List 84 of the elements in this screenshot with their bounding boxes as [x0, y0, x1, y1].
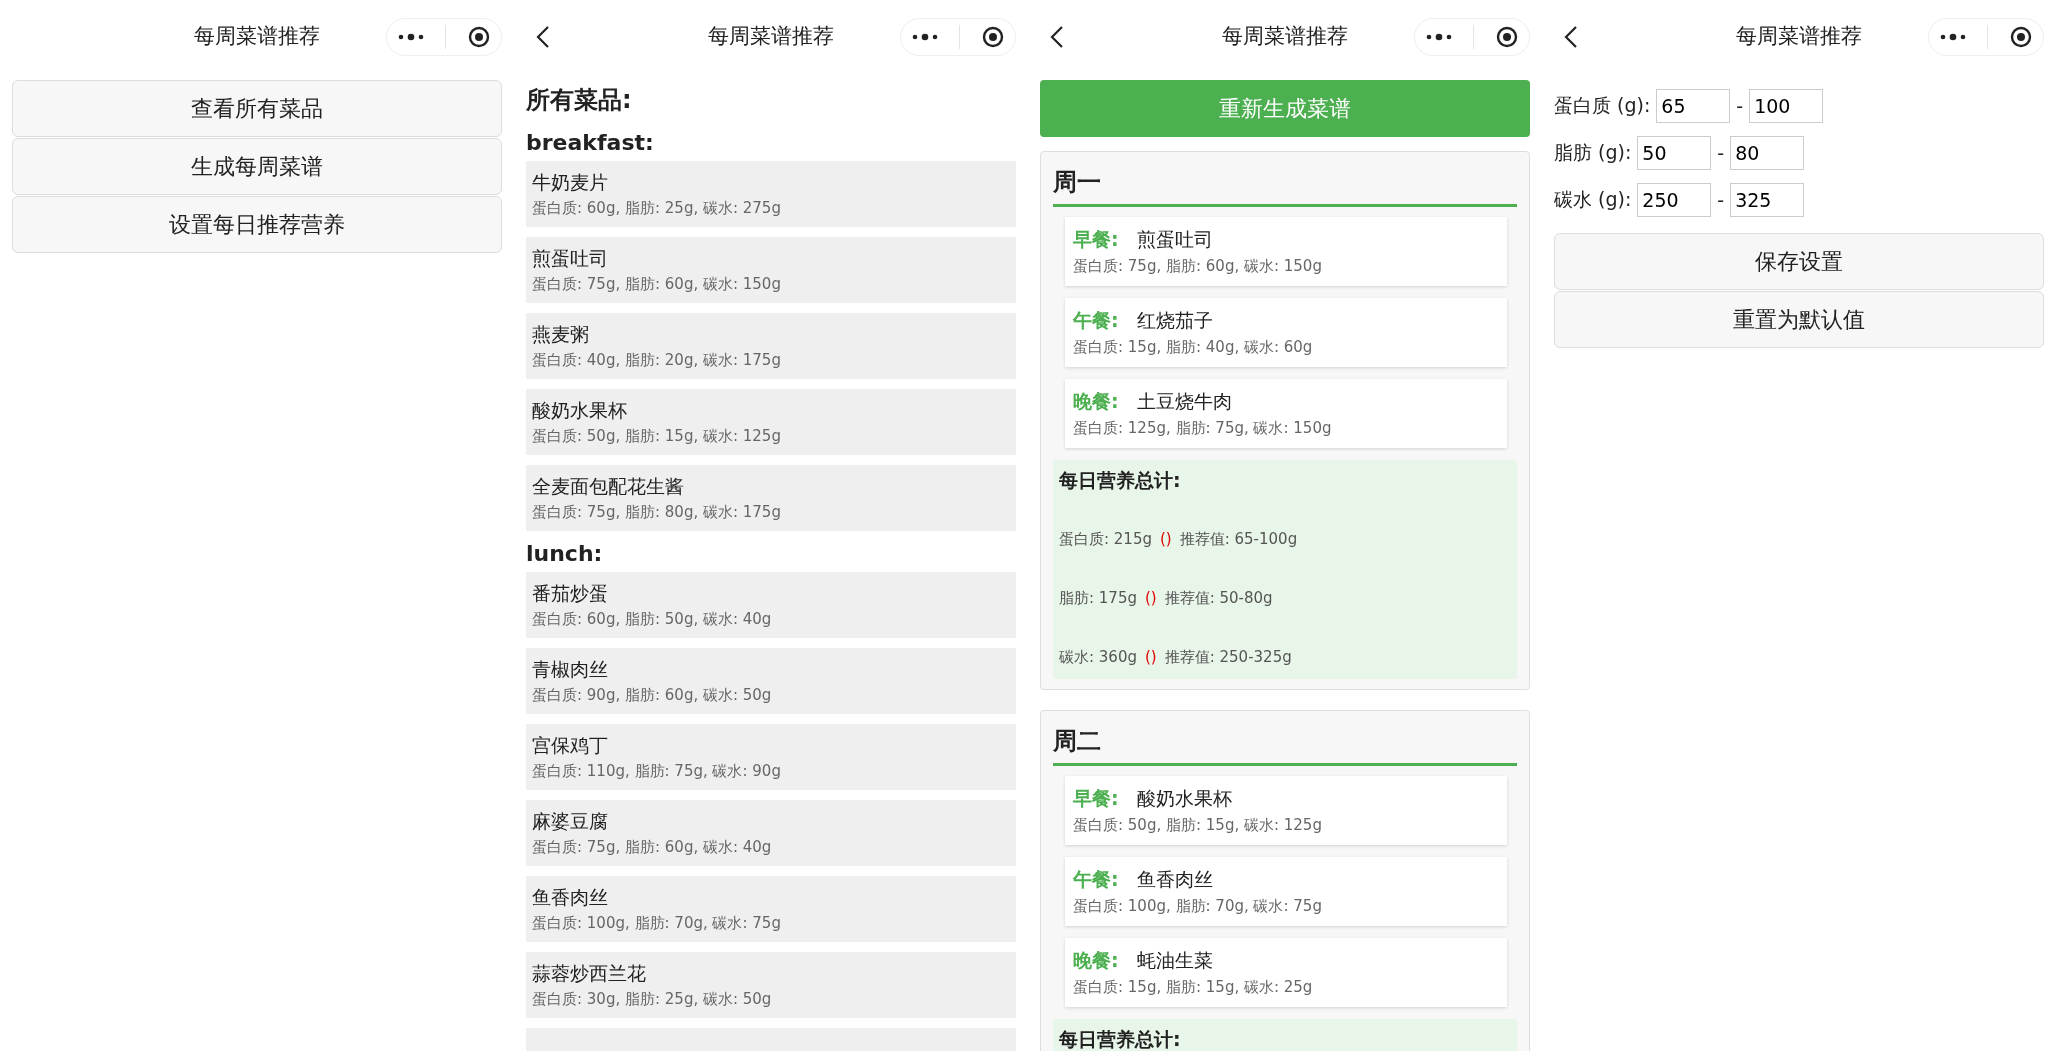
dish-name: 麻婆豆腐 — [532, 809, 609, 834]
meal-label: 早餐: — [1073, 227, 1119, 252]
summary-title: 每日营养总计: — [1059, 1027, 1182, 1051]
dish-name: 牛奶麦片 — [532, 170, 609, 195]
dish-macros: 蛋白质: 110g, 脂肪: 75g, 碳水: 90g — [532, 762, 782, 781]
min-input-field[interactable]: 50 — [1637, 135, 1712, 170]
field-label: 碳水 (g): — [1554, 186, 1632, 212]
min-input-field[interactable]: 65 — [1656, 88, 1731, 123]
meal-label: 午餐: — [1073, 308, 1119, 333]
dish-macros: 蛋白质: 75g, 脂肪: 80g, 碳水: 175g — [532, 503, 782, 522]
dish-macros: 蛋白质: 50g, 脂肪: 15g, 碳水: 125g — [1073, 816, 1323, 835]
page-title: 每周菜谱推荐 — [194, 23, 320, 50]
section-heading: 所有菜品: — [526, 85, 633, 116]
recommended-range: 推荐值: 50-80g — [1164, 589, 1273, 608]
meal-type-heading: breakfast: — [526, 130, 655, 155]
dish-name: 青椒肉丝 — [532, 657, 609, 682]
max-input-field[interactable]: 100 — [1749, 88, 1824, 123]
nutrient-total: 蛋白质: 215g — [1059, 530, 1152, 549]
meal-label: 晚餐: — [1073, 389, 1119, 414]
more-icon[interactable] — [911, 33, 938, 41]
day-title: 周一 — [1053, 160, 1517, 207]
dish-name: 鱼香肉丝 — [1136, 867, 1213, 892]
dish-macros: 蛋白质: 15g, 脂肪: 40g, 碳水: 60g — [1073, 338, 1314, 357]
dish-macros: 蛋白质: 30g, 脂肪: 25g, 碳水: 50g — [532, 990, 773, 1009]
menu-button[interactable]: 查看所有菜品 — [12, 80, 502, 137]
dish-macros: 蛋白质: 90g, 脂肪: 60g, 碳水: 50g — [532, 686, 773, 705]
dish-name: 红烧茄子 — [1136, 308, 1213, 333]
dish-macros: 蛋白质: 60g, 脂肪: 25g, 碳水: 275g — [532, 199, 782, 218]
menu-button[interactable]: 设置每日推荐营养 — [12, 196, 502, 253]
meal-label: 晚餐: — [1073, 948, 1119, 973]
menu-button[interactable]: 生成每周菜谱 — [12, 138, 502, 195]
page-title: 每周菜谱推荐 — [1222, 23, 1348, 50]
max-input-field[interactable]: 325 — [1730, 182, 1805, 217]
page-title: 每周菜谱推荐 — [708, 23, 834, 50]
warning-mark: () — [1160, 530, 1172, 549]
min-input-field[interactable]: 250 — [1637, 182, 1712, 217]
summary-title: 每日营养总计: — [1059, 468, 1182, 493]
dish-macros: 蛋白质: 100g, 脂肪: 70g, 碳水: 75g — [532, 914, 782, 933]
back-icon[interactable] — [1564, 25, 1578, 49]
dish-name: 煎蛋吐司 — [1136, 227, 1213, 252]
dish-name: 蚝油生菜 — [1136, 948, 1213, 973]
back-icon[interactable] — [1050, 25, 1064, 49]
dish-macros: 蛋白质: 125g, 脂肪: 75g, 碳水: 150g — [1073, 419, 1333, 438]
back-icon[interactable] — [536, 25, 550, 49]
dish-macros: 蛋白质: 60g, 脂肪: 50g, 碳水: 40g — [532, 610, 773, 629]
more-icon[interactable] — [1425, 33, 1452, 41]
dish-macros: 蛋白质: 50g, 脂肪: 15g, 碳水: 125g — [532, 427, 782, 446]
dish-macros: 蛋白质: 75g, 脂肪: 60g, 碳水: 150g — [1073, 257, 1323, 276]
dish-macros: 蛋白质: 15g, 脂肪: 15g, 碳水: 25g — [1073, 978, 1314, 997]
dish-name: 酸奶水果杯 — [532, 398, 628, 423]
field-label: 蛋白质 (g): — [1554, 92, 1651, 118]
field-label: 脂肪 (g): — [1554, 139, 1632, 165]
more-icon[interactable] — [397, 33, 424, 41]
more-icon[interactable] — [1939, 33, 1966, 41]
day-title: 周二 — [1053, 719, 1517, 766]
dish-name: 土豆烧牛肉 — [1136, 389, 1232, 414]
nutrient-total: 碳水: 360g — [1059, 648, 1137, 667]
meal-label: 午餐: — [1073, 867, 1119, 892]
max-input-field[interactable]: 80 — [1730, 135, 1805, 170]
meal-label: 早餐: — [1073, 786, 1119, 811]
warning-mark: () — [1145, 589, 1157, 608]
dish-name: 煎蛋吐司 — [532, 246, 609, 271]
dish-macros: 蛋白质: 75g, 脂肪: 60g, 碳水: 150g — [532, 275, 782, 294]
dish-name: 蒜蓉炒西兰花 — [532, 961, 647, 986]
recommended-range: 推荐值: 65-100g — [1179, 530, 1298, 549]
dish-name: 燕麦粥 — [532, 322, 590, 347]
settings-button[interactable]: 保存设置 — [1554, 233, 2044, 290]
settings-button[interactable]: 重置为默认值 — [1554, 291, 2044, 348]
recommended-range: 推荐值: 250-325g — [1164, 648, 1292, 667]
range-separator: - — [1736, 94, 1744, 117]
nutrient-total: 脂肪: 175g — [1059, 589, 1137, 608]
dish-macros: 蛋白质: 100g, 脂肪: 70g, 碳水: 75g — [1073, 897, 1323, 916]
dish-macros: 蛋白质: 75g, 脂肪: 60g, 碳水: 40g — [532, 838, 773, 857]
dish-macros: 蛋白质: 40g, 脂肪: 20g, 碳水: 175g — [532, 351, 782, 370]
dish-name: 全麦面包配花生酱 — [532, 474, 685, 499]
dish-name: 鱼香肉丝 — [532, 885, 609, 910]
range-separator: - — [1717, 141, 1725, 164]
range-separator: - — [1717, 188, 1725, 211]
page-title: 每周菜谱推荐 — [1736, 23, 1862, 50]
dish-name: 宫保鸡丁 — [532, 733, 609, 758]
dish-name: 酸奶水果杯 — [1136, 786, 1232, 811]
warning-mark: () — [1145, 648, 1157, 667]
dish-name: 番茄炒蛋 — [532, 581, 609, 606]
meal-type-heading: lunch: — [526, 541, 604, 566]
